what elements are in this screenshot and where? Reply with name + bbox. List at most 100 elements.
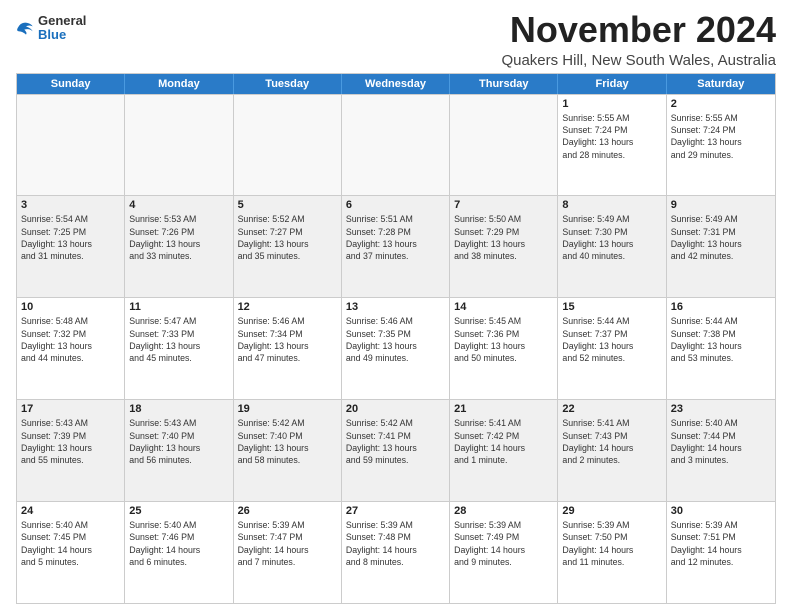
day-number: 5 [238,199,337,211]
calendar-cell: 16Sunrise: 5:44 AM Sunset: 7:38 PM Dayli… [667,298,775,399]
calendar-cell: 27 Sunrise: 5:39 AM Sunset: 7:48 PM Dayli… [342,502,450,603]
day-info: Sunrise: 5:48 AM Sunset: 7:32 PM Dayligh… [21,315,120,364]
logo-text: General Blue [38,14,86,43]
month-title: November 2024 [501,10,776,50]
day-info: Sunrise: 5:55 AM Sunset: 7:24 PM Dayligh… [562,112,661,161]
calendar-cell: 7 Sunrise: 5:50 AM Sunset: 7:29 PM Daylig… [450,196,558,297]
day-info: Sunrise: 5:52 AM Sunset: 7:27 PM Dayligh… [238,213,337,262]
logo-bird-icon [16,19,36,37]
calendar-cell: 30Sunrise: 5:39 AM Sunset: 7:51 PM Dayli… [667,502,775,603]
day-number: 13 [346,301,445,313]
day-number: 26 [238,505,337,517]
day-number: 22 [562,403,661,415]
location-title: Quakers Hill, New South Wales, Australia [501,52,776,69]
calendar-cell [342,95,450,196]
day-number: 9 [671,199,771,211]
day-number: 27 [346,505,445,517]
calendar-cell: 2 Sunrise: 5:55 AM Sunset: 7:24 PM Daylig… [667,95,775,196]
calendar-cell: 21Sunrise: 5:41 AM Sunset: 7:42 PM Dayli… [450,400,558,501]
calendar-body: 1Sunrise: 5:55 AM Sunset: 7:24 PM Daylig… [17,94,775,603]
day-number: 24 [21,505,120,517]
calendar-cell: 8Sunrise: 5:49 AM Sunset: 7:30 PM Daylig… [558,196,666,297]
logo-general: General [38,13,86,28]
calendar-cell: 15Sunrise: 5:44 AM Sunset: 7:37 PM Dayli… [558,298,666,399]
day-info: Sunrise: 5:39 AM Sunset: 7:48 PM Dayligh… [346,519,445,568]
day-number: 10 [21,301,120,313]
header-tuesday: Tuesday [234,74,342,94]
calendar-row-1: 3 Sunrise: 5:54 AM Sunset: 7:25 PM Daylig… [17,195,775,297]
calendar-cell: 28 Sunrise: 5:39 AM Sunset: 7:49 PM Dayli… [450,502,558,603]
calendar-header: Sunday Monday Tuesday Wednesday Thursday… [17,74,775,94]
logo: General Blue [16,14,86,43]
header: General Blue November 2024 Quakers Hill,… [16,10,776,69]
calendar-cell: 11 Sunrise: 5:47 AM Sunset: 7:33 PM Dayli… [125,298,233,399]
calendar-cell: 6 Sunrise: 5:51 AM Sunset: 7:28 PM Daylig… [342,196,450,297]
calendar-cell: 17Sunrise: 5:43 AM Sunset: 7:39 PM Dayli… [17,400,125,501]
page: General Blue November 2024 Quakers Hill,… [0,0,792,612]
day-number: 11 [129,301,228,313]
calendar-cell: 18 Sunrise: 5:43 AM Sunset: 7:40 PM Dayli… [125,400,233,501]
day-number: 14 [454,301,553,313]
header-sunday: Sunday [17,74,125,94]
calendar-cell: 19Sunrise: 5:42 AM Sunset: 7:40 PM Dayli… [234,400,342,501]
calendar-cell [17,95,125,196]
calendar-cell: 26 Sunrise: 5:39 AM Sunset: 7:47 PM Dayli… [234,502,342,603]
calendar-cell: 1Sunrise: 5:55 AM Sunset: 7:24 PM Daylig… [558,95,666,196]
day-info: Sunrise: 5:39 AM Sunset: 7:47 PM Dayligh… [238,519,337,568]
day-info: Sunrise: 5:46 AM Sunset: 7:34 PM Dayligh… [238,315,337,364]
day-info: Sunrise: 5:49 AM Sunset: 7:30 PM Dayligh… [562,213,661,262]
header-monday: Monday [125,74,233,94]
calendar-cell: 3 Sunrise: 5:54 AM Sunset: 7:25 PM Daylig… [17,196,125,297]
calendar-cell: 22 Sunrise: 5:41 AM Sunset: 7:43 PM Dayli… [558,400,666,501]
day-info: Sunrise: 5:40 AM Sunset: 7:44 PM Dayligh… [671,417,771,466]
day-number: 12 [238,301,337,313]
day-number: 6 [346,199,445,211]
day-info: Sunrise: 5:54 AM Sunset: 7:25 PM Dayligh… [21,213,120,262]
day-info: Sunrise: 5:39 AM Sunset: 7:49 PM Dayligh… [454,519,553,568]
day-info: Sunrise: 5:55 AM Sunset: 7:24 PM Dayligh… [671,112,771,161]
logo-blue: Blue [38,27,66,42]
day-number: 28 [454,505,553,517]
calendar-cell: 10 Sunrise: 5:48 AM Sunset: 7:32 PM Dayli… [17,298,125,399]
day-info: Sunrise: 5:44 AM Sunset: 7:37 PM Dayligh… [562,315,661,364]
calendar-cell: 9 Sunrise: 5:49 AM Sunset: 7:31 PM Daylig… [667,196,775,297]
day-info: Sunrise: 5:43 AM Sunset: 7:39 PM Dayligh… [21,417,120,466]
header-wednesday: Wednesday [342,74,450,94]
day-number: 7 [454,199,553,211]
header-thursday: Thursday [450,74,558,94]
day-number: 29 [562,505,661,517]
header-friday: Friday [558,74,666,94]
day-info: Sunrise: 5:40 AM Sunset: 7:45 PM Dayligh… [21,519,120,568]
day-info: Sunrise: 5:41 AM Sunset: 7:43 PM Dayligh… [562,417,661,466]
day-info: Sunrise: 5:50 AM Sunset: 7:29 PM Dayligh… [454,213,553,262]
day-info: Sunrise: 5:49 AM Sunset: 7:31 PM Dayligh… [671,213,771,262]
calendar-cell: 12 Sunrise: 5:46 AM Sunset: 7:34 PM Dayli… [234,298,342,399]
header-saturday: Saturday [667,74,775,94]
day-info: Sunrise: 5:43 AM Sunset: 7:40 PM Dayligh… [129,417,228,466]
day-number: 19 [238,403,337,415]
day-info: Sunrise: 5:40 AM Sunset: 7:46 PM Dayligh… [129,519,228,568]
day-info: Sunrise: 5:46 AM Sunset: 7:35 PM Dayligh… [346,315,445,364]
day-info: Sunrise: 5:53 AM Sunset: 7:26 PM Dayligh… [129,213,228,262]
calendar-cell [125,95,233,196]
calendar-cell: 13 Sunrise: 5:46 AM Sunset: 7:35 PM Dayli… [342,298,450,399]
calendar-cell [450,95,558,196]
calendar-cell: 24 Sunrise: 5:40 AM Sunset: 7:45 PM Dayli… [17,502,125,603]
title-block: November 2024 Quakers Hill, New South Wa… [501,10,776,69]
day-number: 18 [129,403,228,415]
calendar-row-4: 24 Sunrise: 5:40 AM Sunset: 7:45 PM Dayli… [17,501,775,603]
day-number: 16 [671,301,771,313]
calendar-row-0: 1Sunrise: 5:55 AM Sunset: 7:24 PM Daylig… [17,94,775,196]
calendar-cell: 25 Sunrise: 5:40 AM Sunset: 7:46 PM Dayli… [125,502,233,603]
day-number: 25 [129,505,228,517]
day-number: 23 [671,403,771,415]
day-number: 4 [129,199,228,211]
day-info: Sunrise: 5:47 AM Sunset: 7:33 PM Dayligh… [129,315,228,364]
day-info: Sunrise: 5:45 AM Sunset: 7:36 PM Dayligh… [454,315,553,364]
calendar-cell: 29Sunrise: 5:39 AM Sunset: 7:50 PM Dayli… [558,502,666,603]
day-number: 3 [21,199,120,211]
day-number: 21 [454,403,553,415]
day-number: 2 [671,98,771,110]
calendar-cell: 4 Sunrise: 5:53 AM Sunset: 7:26 PM Daylig… [125,196,233,297]
day-info: Sunrise: 5:51 AM Sunset: 7:28 PM Dayligh… [346,213,445,262]
